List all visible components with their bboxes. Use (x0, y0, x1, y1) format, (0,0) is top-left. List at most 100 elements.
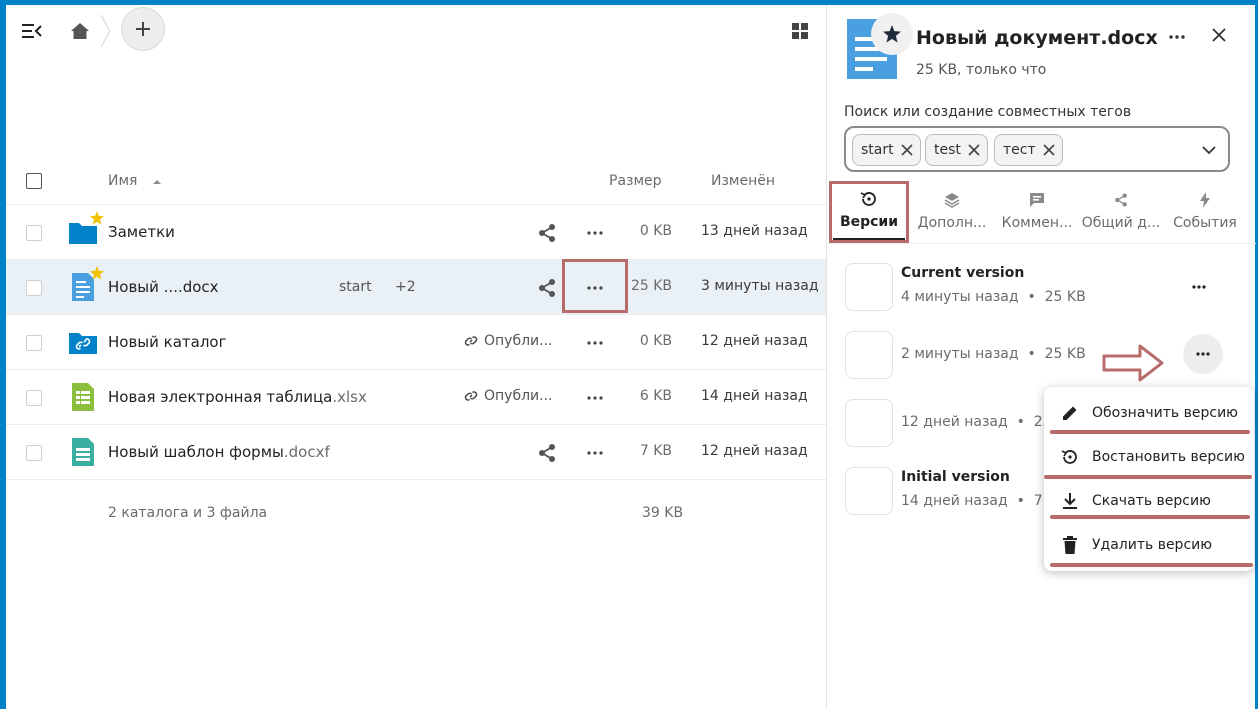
table-row[interactable]: Новая электронная таблица.xlsx Опубли...… (6, 370, 826, 425)
tag-chip-label: start (861, 142, 894, 158)
table-row[interactable]: Новый шаблон формы.docxf 7 KB 12 дней на… (6, 425, 826, 480)
file-name-base: Новый шаблон формы (108, 443, 284, 461)
remove-tag-icon[interactable] (967, 143, 981, 157)
file-modified: 12 дней назад (701, 333, 808, 349)
favorite-star-icon (90, 266, 104, 280)
tab-sharing[interactable]: Общий д... (1081, 181, 1161, 241)
file-actions-icon[interactable] (584, 277, 606, 299)
share-icon (1112, 191, 1130, 209)
remove-tag-icon[interactable] (1042, 143, 1056, 157)
file-name[interactable]: Новый каталог (108, 333, 226, 351)
tab-details[interactable]: Дополн... (913, 181, 991, 241)
version-item[interactable]: 2 минуты назад • 25 KB (845, 331, 1245, 381)
close-icon[interactable] (1207, 23, 1231, 47)
tab-versions[interactable]: Версии (833, 181, 905, 241)
share-icon[interactable] (536, 277, 558, 299)
file-actions-icon[interactable] (584, 442, 606, 464)
tab-comments[interactable]: Коммен... (997, 181, 1077, 241)
column-header-modified[interactable]: Изменён (711, 173, 775, 189)
table-row[interactable]: Заметки 0 KB 13 дней назад (6, 205, 826, 260)
menu-item-restore-version[interactable]: Востановить версию (1044, 435, 1254, 479)
tab-label: События (1173, 215, 1237, 231)
row-checkbox[interactable] (26, 335, 42, 351)
published-label: Опубли... (484, 388, 553, 404)
select-all-checkbox[interactable] (26, 173, 42, 189)
menu-item-delete-version[interactable]: Удалить версию (1044, 523, 1254, 567)
table-row[interactable]: Новый каталог Опубли... 0 KB 12 дней наз… (6, 315, 826, 370)
favorite-button[interactable] (871, 13, 913, 55)
sidebar-more-icon[interactable] (1165, 25, 1189, 49)
restore-icon (1060, 447, 1080, 467)
annotation-arrow-icon (1102, 344, 1164, 382)
menu-item-label: Скачать версию (1092, 493, 1211, 509)
form-template-icon (72, 438, 94, 466)
sidebar-tabs: Версии Дополн... Коммен... Общий д... Со… (827, 181, 1256, 243)
breadcrumb-separator-icon (100, 15, 111, 47)
home-icon[interactable] (66, 17, 94, 45)
file-actions-icon[interactable] (584, 387, 606, 409)
version-time: 12 дней назад (901, 414, 1008, 430)
file-actions-icon[interactable] (584, 332, 606, 354)
favorite-star-icon (90, 211, 104, 225)
menu-caret (1188, 379, 1204, 387)
tab-label: Коммен... (1001, 215, 1073, 231)
history-icon (860, 190, 878, 208)
file-details-sidebar: Новый документ.docx 25 KB, только что По… (826, 5, 1256, 709)
menu-item-label: Обозначить версию (1092, 405, 1238, 421)
plus-icon (136, 22, 150, 36)
annotation-underline (1050, 430, 1250, 434)
tag-chip[interactable]: start (852, 134, 921, 166)
version-meta: 12 дней назад • 25 (901, 414, 1052, 430)
files-summary: 2 каталога и 3 файла (108, 505, 268, 521)
table-row[interactable]: Новый ....docx start +2 25 KB 3 минуты н… (6, 260, 826, 315)
tags-label: Поиск или создание совместных тегов (844, 104, 1132, 120)
file-name-base: Новая электронная таблица (108, 388, 333, 406)
version-meta: 14 дней назад • 7 K (901, 493, 1056, 509)
sidebar-file-title: Новый документ.docx (916, 27, 1158, 49)
column-header-name[interactable]: Имя (108, 173, 162, 189)
file-name[interactable]: Новый ....docx (108, 278, 219, 296)
file-name[interactable]: Новый шаблон формы.docxf (108, 443, 330, 461)
file-tag-more: +2 (395, 279, 416, 295)
row-checkbox[interactable] (26, 390, 42, 406)
download-icon (1060, 491, 1080, 511)
file-name[interactable]: Новая электронная таблица.xlsx (108, 388, 367, 406)
version-time: 4 минуты назад (901, 289, 1019, 305)
row-checkbox[interactable] (26, 225, 42, 241)
menu-item-label-version[interactable]: Обозначить версию (1044, 391, 1254, 435)
column-header-size[interactable]: Размер (609, 173, 662, 189)
tag-chip-label: test (934, 142, 961, 158)
tag-chip[interactable]: test (925, 134, 988, 166)
new-file-button[interactable] (121, 7, 165, 51)
navigation-toggle-icon[interactable] (18, 17, 46, 45)
tags-select[interactable]: start test тест (844, 126, 1230, 172)
row-checkbox[interactable] (26, 445, 42, 461)
version-actions-icon[interactable] (1183, 334, 1223, 374)
file-name[interactable]: Заметки (108, 223, 175, 241)
sidebar-file-subtitle: 25 KB, только что (916, 62, 1047, 78)
file-size: 6 KB (639, 388, 672, 404)
share-icon[interactable] (536, 442, 558, 464)
version-time: 2 минуты назад (901, 346, 1019, 362)
published-link[interactable]: Опубли... (464, 333, 553, 349)
version-item[interactable]: Current version 4 минуты назад • 25 KB (845, 263, 1245, 313)
share-icon[interactable] (536, 222, 558, 244)
chevron-down-icon[interactable] (1200, 141, 1218, 159)
version-thumbnail (845, 399, 893, 447)
published-link[interactable]: Опубли... (464, 388, 553, 404)
tag-chip[interactable]: тест (994, 134, 1063, 166)
version-actions-icon[interactable] (1187, 275, 1211, 299)
remove-tag-icon[interactable] (900, 143, 914, 157)
row-checkbox[interactable] (26, 280, 42, 296)
file-modified: 3 минуты назад (701, 278, 819, 294)
file-size: 0 KB (639, 223, 672, 239)
grid-view-icon[interactable] (786, 17, 814, 45)
file-extension: .xlsx (332, 388, 367, 406)
tag-chip-label: тест (1003, 142, 1036, 158)
shared-folder-icon (69, 333, 97, 354)
comment-icon (1028, 191, 1046, 209)
tab-activity[interactable]: События (1169, 181, 1241, 241)
menu-item-label: Востановить версию (1092, 449, 1245, 465)
file-actions-icon[interactable] (584, 222, 606, 244)
version-size: 25 KB (1044, 289, 1086, 305)
